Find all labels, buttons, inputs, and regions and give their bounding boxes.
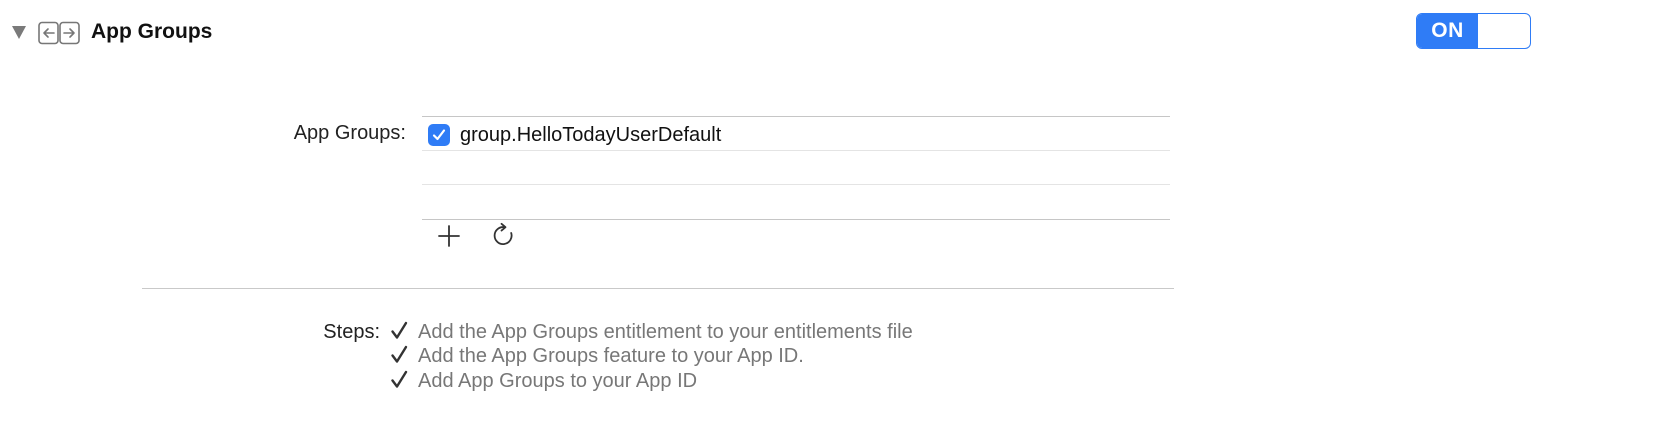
app-groups-label: App Groups: bbox=[293, 122, 406, 144]
group-checkbox[interactable] bbox=[428, 124, 450, 146]
step-text: Add the App Groups feature to your App I… bbox=[418, 345, 804, 367]
section-title: App Groups bbox=[91, 20, 213, 43]
refresh-icon[interactable] bbox=[490, 222, 516, 248]
plus-icon[interactable] bbox=[436, 223, 462, 249]
steps-label: Steps: bbox=[323, 321, 380, 343]
capability-toggle[interactable]: ON bbox=[1416, 13, 1531, 49]
section-divider bbox=[142, 288, 1174, 289]
checkmark-icon bbox=[432, 129, 446, 141]
step-item: Add the App Groups feature to your App I… bbox=[390, 344, 804, 368]
step-item: Add App Groups to your App ID bbox=[390, 369, 697, 393]
group-name: group.HelloTodayUserDefault bbox=[460, 124, 722, 146]
checkmark-icon bbox=[390, 344, 410, 366]
step-item: Add the App Groups entitlement to your e… bbox=[390, 320, 913, 344]
step-text: Add App Groups to your App ID bbox=[418, 370, 698, 392]
list-item[interactable]: group.HelloTodayUserDefault bbox=[422, 117, 1170, 151]
step-text: Add the App Groups entitlement to your e… bbox=[418, 321, 913, 343]
checkmark-icon bbox=[390, 320, 410, 342]
disclosure-triangle-down-icon[interactable] bbox=[12, 26, 26, 39]
toggle-on-label: ON bbox=[1417, 14, 1478, 48]
empty-list-row bbox=[422, 151, 1170, 185]
app-groups-icon bbox=[38, 21, 80, 45]
checkmark-icon bbox=[390, 369, 410, 391]
app-groups-list: group.HelloTodayUserDefault bbox=[422, 116, 1170, 220]
empty-list-row bbox=[422, 185, 1170, 219]
